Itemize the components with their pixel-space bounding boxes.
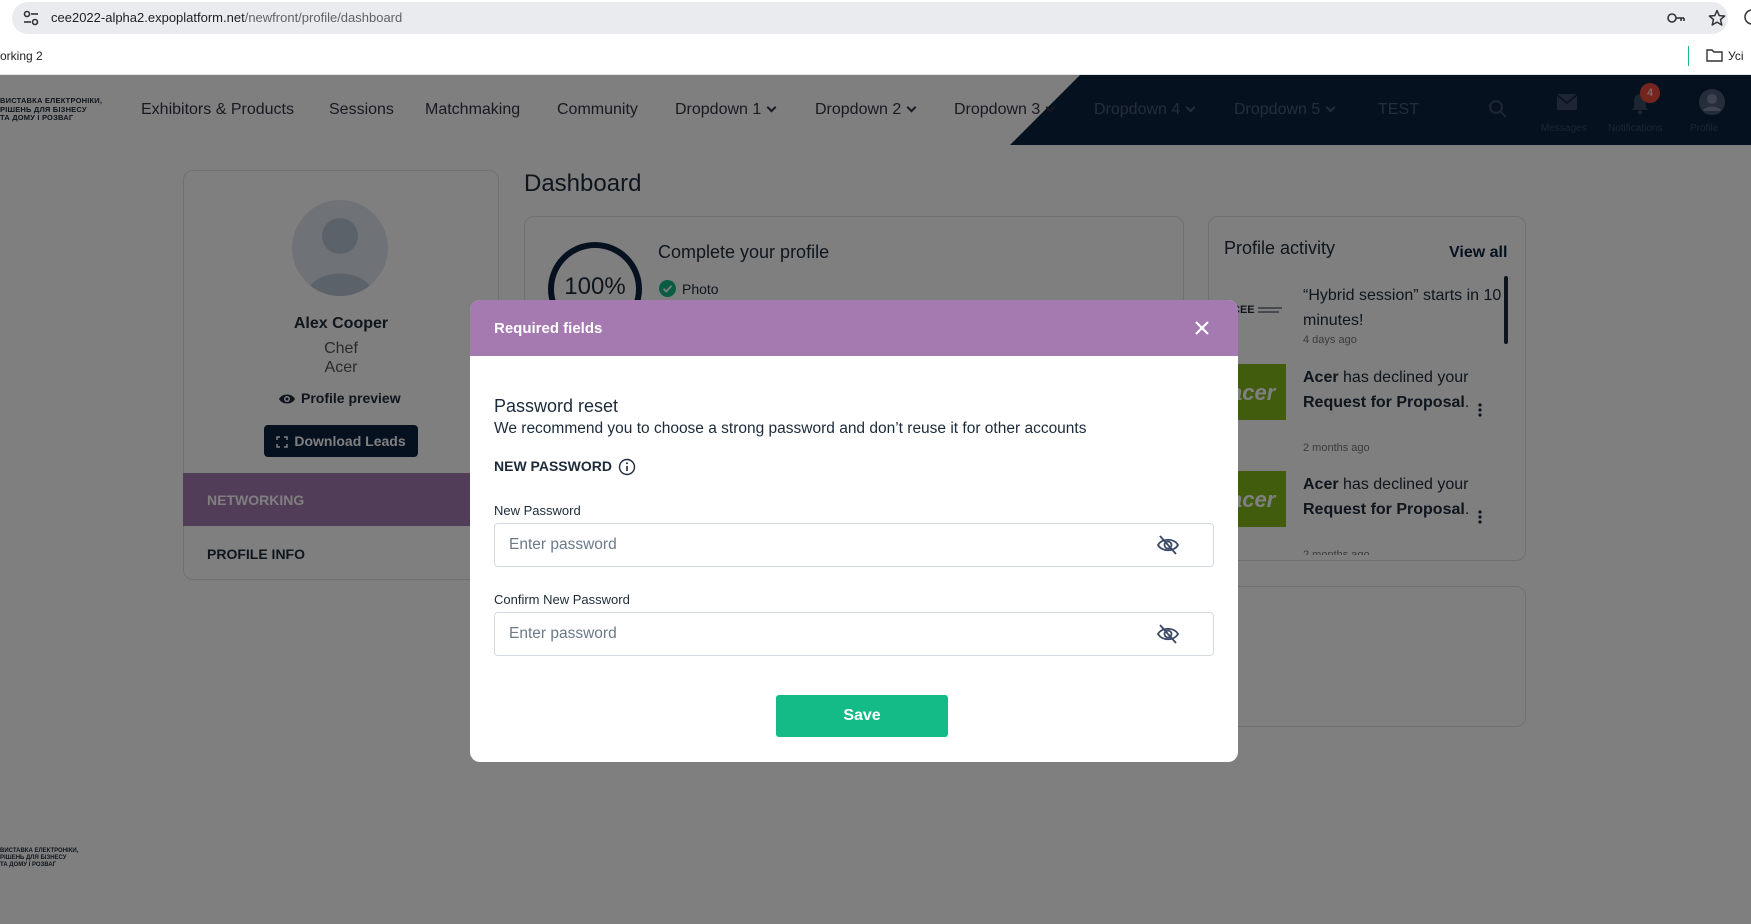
site-settings-icon[interactable] [22, 10, 40, 26]
info-icon[interactable] [618, 458, 636, 476]
close-icon[interactable] [1192, 318, 1212, 338]
bookmark-star-icon[interactable] [1708, 9, 1726, 27]
url-host: cee2022-alpha2.expoplatform.net [51, 10, 245, 25]
key-icon[interactable] [1666, 10, 1686, 26]
save-button[interactable]: Save [776, 695, 948, 737]
bookmarks-bar: orking 2 Усі [0, 38, 1751, 75]
folder-icon[interactable] [1706, 48, 1723, 62]
bookmark-item[interactable]: orking 2 [0, 49, 43, 63]
bookmarks-separator [1688, 46, 1689, 66]
confirm-password-input[interactable] [494, 612, 1214, 656]
eye-slash-icon[interactable] [1156, 623, 1180, 645]
profile-circle-icon[interactable] [1740, 8, 1751, 26]
eye-slash-icon[interactable] [1156, 534, 1180, 556]
url-path: /newfront/profile/dashboard [244, 10, 403, 25]
url-text[interactable]: cee2022-alpha2.expoplatform.net/newfront… [51, 10, 402, 25]
confirm-password-label: Confirm New Password [494, 592, 630, 607]
password-reset-title: Password reset [494, 396, 619, 416]
new-password-label: New Password [494, 503, 581, 518]
modal-header-title: Required fields [494, 320, 603, 337]
new-password-input[interactable] [494, 523, 1214, 567]
password-reset-description: We recommend you to choose a strong pass… [494, 420, 1087, 437]
url-field[interactable]: cee2022-alpha2.expoplatform.net/newfront… [12, 2, 1728, 34]
required-fields-modal: Required fields Password reset We recomm… [470, 300, 1238, 762]
new-password-section-label: NEW PASSWORD [494, 458, 612, 474]
modal-header: Required fields [470, 300, 1238, 356]
browser-address-bar: cee2022-alpha2.expoplatform.net/newfront… [0, 0, 1751, 38]
all-bookmarks-link[interactable]: Усі [1728, 49, 1744, 63]
